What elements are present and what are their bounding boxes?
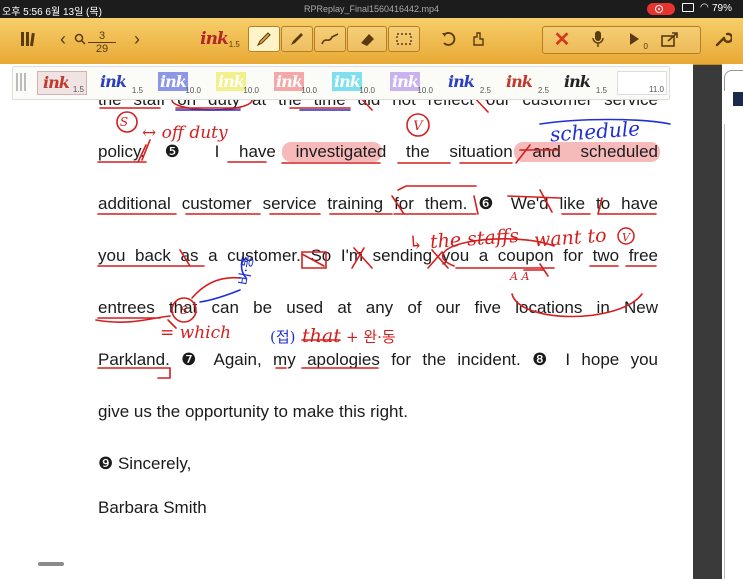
ink-size-label: 1.5 — [228, 40, 240, 49]
page-total: 29 — [95, 43, 109, 55]
doc-line-5: Parkland. ❼ Again, my apologies for the … — [98, 350, 658, 369]
pen-preset-4[interactable]: ink 10.0 — [211, 71, 261, 95]
doc-line-3: you back as a customer. So I'm sending y… — [98, 246, 658, 265]
pointer-icon[interactable] — [466, 26, 490, 52]
lasso-select-icon — [396, 33, 412, 45]
pen-preset-size: 10.0 — [417, 86, 433, 95]
pen-preset-11[interactable]: 11.0 — [617, 71, 667, 95]
pen-preset-size: 10.0 — [243, 86, 259, 95]
pen-preset-1[interactable]: ink 1.5 — [37, 71, 87, 95]
pen-preset-label: ink — [100, 72, 127, 91]
search-icon[interactable] — [72, 26, 88, 52]
pen-preset-6[interactable]: ink 10.0 — [327, 71, 377, 95]
eraser-tool-button[interactable] — [347, 26, 387, 52]
pen-tool-button[interactable] — [248, 26, 280, 52]
doc-line-8: Barbara Smith — [98, 498, 207, 517]
drag-handle-icon[interactable] — [16, 73, 30, 93]
mic-icon[interactable] — [584, 26, 612, 52]
pen-preset-size: 1.5 — [131, 86, 143, 95]
pen-preset-label: ink — [448, 72, 475, 91]
pen-preset-label: ink — [274, 72, 304, 91]
undo-icon[interactable] — [436, 26, 460, 52]
prev-page-icon[interactable]: ‹ — [54, 26, 72, 52]
pen-preset-10[interactable]: ink 1.5 — [559, 71, 609, 95]
doc-line-2: additional customer service training for… — [98, 194, 658, 213]
next-page-preview[interactable] — [722, 64, 743, 579]
cast-icon — [682, 3, 694, 12]
pen-preset-label: ink — [158, 72, 188, 91]
pen-preset-size: 2.5 — [537, 86, 549, 95]
doc-line-7: ❾ Sincerely, — [98, 454, 192, 473]
eraser-icon — [361, 34, 374, 46]
lasso-select-button[interactable] — [388, 26, 420, 52]
pen-preset-size: 1.5 — [72, 85, 84, 94]
status-bar: 오후 5:56 6월 13일 (목) RPReplay_Final1560416… — [0, 0, 743, 18]
doc-line-6: give us the opportunity to make this rig… — [98, 402, 408, 421]
pen-preset-5[interactable]: ink 10.0 — [269, 71, 319, 95]
pen-preset-size: 10.0 — [185, 86, 201, 95]
pen-preset-size: 1.5 — [595, 86, 607, 95]
pen-preset-label: ink — [43, 73, 70, 92]
main-toolbar: ‹ 3 29 › ink 1.5 ✕ 0 — [0, 18, 743, 65]
pen-preset-label: ink — [564, 72, 591, 91]
pen-preset-label: ink — [506, 72, 533, 91]
pen-preset-size: 10.0 — [301, 86, 317, 95]
ink-settings-button[interactable]: ink 1.5 — [195, 26, 245, 52]
next-page-icon[interactable]: › — [128, 26, 146, 52]
doc-line-1: policy. ❺ I have investigated the situat… — [98, 142, 658, 161]
play-icon[interactable]: 0 — [620, 26, 648, 52]
close-icon[interactable]: ✕ — [548, 26, 576, 52]
doc-line-4: entrees that can be used at any of our f… — [98, 298, 658, 317]
battery-label: 79% — [712, 3, 733, 14]
pen-preset-8[interactable]: ink 2.5 — [443, 71, 493, 95]
recording-title: RPReplay_Final1560416442.mp4 — [303, 4, 440, 14]
marker-icon — [291, 33, 303, 45]
pen-preset-2[interactable]: ink 1.5 — [95, 71, 145, 95]
brush-icon — [321, 33, 339, 45]
library-icon[interactable] — [16, 26, 40, 52]
pen-preset-9[interactable]: ink 2.5 — [501, 71, 551, 95]
pen-preset-label: ink — [390, 72, 420, 91]
pen-preset-size: 11.0 — [649, 85, 664, 94]
wrench-icon[interactable] — [708, 26, 738, 52]
wifi-icon: ◠ — [700, 2, 709, 13]
marker-tool-button[interactable] — [281, 26, 313, 52]
pen-preset-label: ink — [332, 72, 362, 91]
scroll-handle[interactable] — [38, 562, 64, 566]
pen-icon — [256, 32, 271, 47]
pen-preset-3[interactable]: ink 10.0 — [153, 71, 203, 95]
page-current: 3 — [88, 30, 116, 43]
brush-tool-button[interactable] — [314, 26, 346, 52]
page-indicator[interactable]: 3 29 — [88, 30, 116, 55]
pen-preset-size: 10.0 — [359, 86, 375, 95]
ink-logo: ink — [200, 29, 229, 49]
screen-recording-icon[interactable] — [647, 3, 675, 15]
share-icon[interactable] — [656, 26, 684, 52]
pen-preset-size: 2.5 — [479, 86, 491, 95]
pen-preset-label: ink — [216, 72, 246, 91]
pen-preset-7[interactable]: ink 10.0 — [385, 71, 435, 95]
pen-preset-bar: ink 1.5 ink 1.5 ink 10.0 ink 10.0 ink 10.0 ink 10.0… — [12, 66, 670, 100]
